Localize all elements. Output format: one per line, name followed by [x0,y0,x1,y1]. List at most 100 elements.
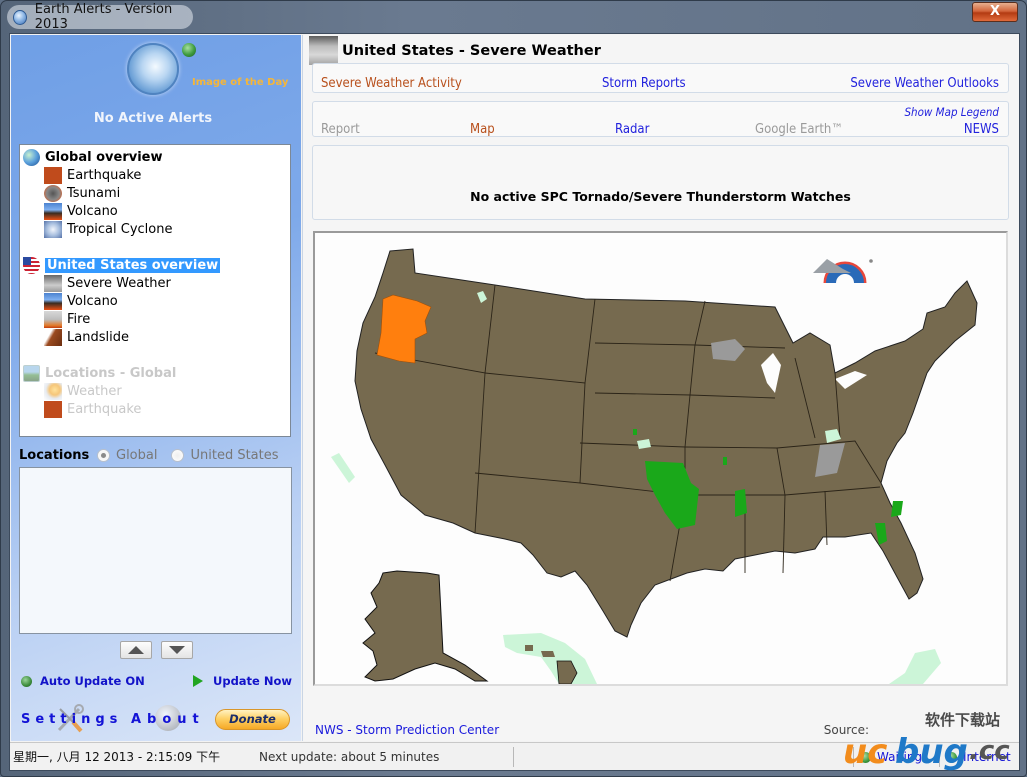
sidebar: Image of the Day No Active Alerts Global… [11,35,301,741]
category-tree[interactable]: Global overview Earthquake Tsunami Volca… [19,144,291,437]
status-dot-icon [21,675,32,687]
florida-flood-zone [889,649,941,684]
donate-button[interactable]: Donate [215,709,290,730]
tree-item-us-severe-weather[interactable]: Severe Weather [23,274,290,292]
app-window: Earth Alerts - Version 2013 X Image of t… [0,0,1027,777]
radio-global[interactable]: Global [97,448,157,463]
move-down-button[interactable] [161,641,193,659]
tab-report[interactable]: Report [321,122,360,137]
tree-item-global-earthquake[interactable]: Earthquake [23,166,290,184]
hawaii-island [541,651,555,657]
watches-message: No active SPC Tornado/Severe Thunderstor… [470,189,851,204]
play-icon [193,675,203,687]
tree-item-us-volcano[interactable]: Volcano [23,292,290,310]
connection-ok-icon [946,751,957,763]
tab-news[interactable]: NEWS [964,122,999,137]
show-map-legend-link[interactable]: Show Map Legend [904,105,999,119]
landslide-icon [44,328,62,346]
locations-list[interactable] [19,467,292,634]
tree-item-global-tsunami[interactable]: Tsunami [23,184,290,202]
settings-link[interactable]: Settings [21,712,122,727]
tree-node-global-overview[interactable]: Global overview [23,148,290,166]
tree-item-global-volcano[interactable]: Volcano [23,202,290,220]
tab-severe-weather-activity[interactable]: Severe Weather Activity [321,76,462,91]
status-activity: Waiting... [853,747,934,767]
nws-spc-link[interactable]: NWS - Storm Prediction Center [315,723,499,737]
locations-header: Locations Global United States [19,446,295,464]
title-bar[interactable]: Earth Alerts - Version 2013 X [1,1,1026,33]
tree-item-label: Fire [67,311,91,327]
tree-item-label: Earthquake [67,167,142,183]
tab-severe-weather-outlooks[interactable]: Severe Weather Outlooks [850,76,999,91]
weather-map[interactable] [313,231,1008,686]
radio-dot[interactable] [171,448,185,462]
move-up-button[interactable] [120,641,152,659]
auto-update-label: Auto Update ON [40,674,145,688]
earthquake-icon [44,166,62,184]
hawaii-flood-zone [503,633,597,684]
tree-item-label: Tropical Cyclone [67,221,173,237]
tree-item-label: Landslide [67,329,129,345]
cyclone-icon [44,220,62,238]
tree-item-us-landslide[interactable]: Landslide [23,328,290,346]
status-bar: 星期一, 八月 12 2013 - 2:15:09 下午 Next update… [10,742,1019,770]
tree-item-label: Tsunami [67,185,121,201]
severe-thunderstorm-area [633,429,637,435]
tab-map[interactable]: Map [470,122,495,137]
status-ok-icon [860,751,871,763]
close-button[interactable]: X [972,2,1018,22]
about-link[interactable]: About [131,712,205,727]
tree-item-global-tropical-cyclone[interactable]: Tropical Cyclone [23,220,290,238]
us-map-svg [331,248,978,684]
activity-tabs: Severe Weather Activity Storm Reports Se… [312,63,1009,93]
status-next-update: Next update: about 5 minutes [259,746,514,767]
radio-dot-checked[interactable] [97,448,110,462]
status-activity-label: Waiting... [877,750,934,764]
tree-label-disabled: Locations - Global [45,365,177,381]
conus-landmass [354,248,978,638]
us-flag-icon [23,256,40,274]
update-now-button[interactable]: Update Now [193,674,292,688]
tree-item-label: Severe Weather [67,275,171,291]
tree-label: Global overview [45,149,163,165]
hawaii-island [525,645,533,651]
severe-thunderstorm-area [891,501,903,517]
tree-node-us-overview[interactable]: United States overview [23,256,290,274]
source-label: Source: [823,723,869,737]
tab-google-earth[interactable]: Google Earth™ [755,122,843,137]
alaska-landmass [362,570,489,682]
auto-update-toggle[interactable]: Auto Update ON [21,674,145,688]
earthquake-icon [44,400,62,418]
flood-area [331,453,355,483]
status-connection-label: Internet [963,750,1011,764]
volcano-icon [44,292,62,310]
arrow-down-icon [169,646,185,654]
tab-storm-reports[interactable]: Storm Reports [602,76,686,91]
severe-weather-icon [44,274,62,292]
nws-logo [813,259,873,284]
tree-item-us-fire[interactable]: Fire [23,310,290,328]
arrow-up-icon [128,646,144,654]
radio-label: United States [190,447,279,463]
tree-node-locations-global[interactable]: Locations - Global [23,364,290,382]
earth-globe-icon[interactable] [127,43,179,95]
fire-icon [44,310,62,328]
tree-item-label: Earthquake [67,401,142,417]
title-pill: Earth Alerts - Version 2013 [7,2,193,32]
volcano-icon [44,202,62,220]
radio-united-states[interactable]: United States [171,447,279,463]
tree-item-locations-earthquake[interactable]: Earthquake [23,400,290,418]
locations-title: Locations [19,447,90,463]
tree-item-locations-weather[interactable]: Weather [23,382,290,400]
window-title: Earth Alerts - Version 2013 [34,2,173,32]
severe-thunderstorm-area [735,489,747,517]
status-green-icon [182,43,196,57]
section-header: United States - Severe Weather [309,36,601,65]
weather-icon [44,382,62,400]
tree-item-label: Volcano [67,293,118,309]
app-globe-icon [13,9,27,25]
main-panel: United States - Severe Weather Severe We… [302,35,1019,741]
image-of-the-day-link[interactable]: Image of the Day [192,77,288,88]
tab-radar[interactable]: Radar [615,122,649,137]
severe-thunderstorm-area [723,457,727,465]
